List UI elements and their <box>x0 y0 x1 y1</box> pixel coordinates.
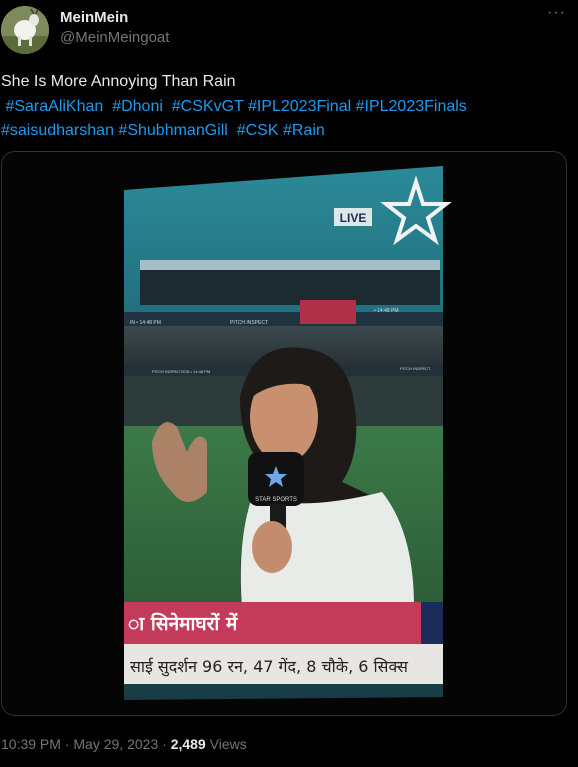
views-label: Views <box>209 736 247 752</box>
banner-text: ा सिनेमाघरों में <box>128 612 238 635</box>
ribbon-1-left: IN • 14:48 PM <box>130 320 161 326</box>
hashtag[interactable]: #ShubhmanGill <box>118 122 227 139</box>
tweet-body: She Is More Annoying Than Rain <box>1 73 236 90</box>
hashtag[interactable]: #CSKvGT <box>172 98 244 115</box>
tweet-meta: 10:39 PM · May 29, 2023 · 2,489 Views <box>1 736 247 752</box>
hashtags-line-2: #saisudharshan #ShubhmanGill #CSK #Rain <box>1 119 571 144</box>
more-options-icon[interactable]: ··· <box>547 4 566 22</box>
separator: · <box>64 736 70 752</box>
phone-screen: STAR SPORTS LIVE IN • 14:48 PM PITCH INS… <box>124 166 452 700</box>
tweet-text: She Is More Annoying Than Rain #SaraAliK… <box>1 70 571 144</box>
views-count: 2,489 <box>170 736 206 752</box>
separator: · <box>162 736 167 752</box>
hashtag[interactable]: #IPL2023Final <box>248 98 351 115</box>
ribbon-1-mid: PITCH INSPECT <box>230 320 268 326</box>
ribbon-1-right: • 14:48 PM <box>374 308 399 314</box>
hashtag[interactable]: #Rain <box>283 122 325 139</box>
avatar[interactable] <box>1 6 49 54</box>
hashtag[interactable]: #IPL2023Finals <box>356 98 467 115</box>
hashtag[interactable]: #CSK <box>237 122 279 139</box>
hashtag[interactable]: #Dhoni <box>112 98 163 115</box>
hashtag[interactable]: #SaraAliKhan <box>5 98 103 115</box>
tweet-time[interactable]: 10:39 PM <box>1 736 61 752</box>
hashtag[interactable]: #saisudharshan <box>1 122 114 139</box>
tweet-date[interactable]: May 29, 2023 <box>73 736 158 752</box>
display-name[interactable]: MeinMein <box>60 9 128 26</box>
hashtags-line-1: #SaraAliKhan #Dhoni #CSKvGT #IPL2023Fina… <box>1 95 571 120</box>
ribbon-2-right: PITCH INSPECT <box>400 366 431 371</box>
goat-avatar-icon <box>1 6 49 54</box>
ticker-text: साई सुदर्शन 96 रन, 47 गेंद, 8 चौके, 6 सि… <box>130 657 409 677</box>
live-badge: LIVE <box>340 211 367 225</box>
user-handle[interactable]: @MeinMeingoat <box>60 29 169 46</box>
ribbon-2-left: PITCH INSPECTION • 14:48 PM <box>152 369 210 374</box>
media-container[interactable]: STAR SPORTS LIVE IN • 14:48 PM PITCH INS… <box>1 151 567 716</box>
mic-label: STAR SPORTS <box>255 497 297 503</box>
video-frame: STAR SPORTS LIVE IN • 14:48 PM PITCH INS… <box>2 152 566 715</box>
